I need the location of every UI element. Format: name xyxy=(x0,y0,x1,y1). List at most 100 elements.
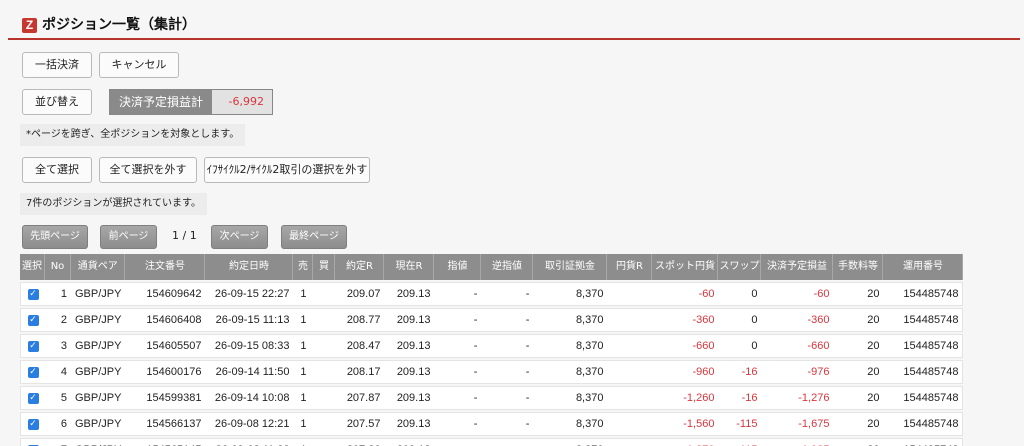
column-header[interactable]: スポット円貨 xyxy=(652,254,719,280)
column-header[interactable]: 通貨ペア xyxy=(71,254,126,280)
row-select-checkbox[interactable]: ✓ xyxy=(27,340,39,352)
select-all-button[interactable]: 全て選択 xyxy=(22,157,92,183)
column-header[interactable]: 円貨R xyxy=(607,254,653,280)
prev-page-button[interactable]: 前ページ xyxy=(100,225,157,249)
row-select-cell[interactable]: ✓ xyxy=(20,412,45,436)
cell-fee: 20 xyxy=(833,282,884,306)
bulk-settle-button[interactable]: 一括決済 xyxy=(22,52,92,78)
cell-op-no: 154485748 xyxy=(883,360,964,384)
cell-datetime: 26-09-15 08:33 xyxy=(205,334,294,358)
cell-fee: 20 xyxy=(833,386,884,410)
cell-buy xyxy=(313,308,336,332)
cell-stop: - xyxy=(481,282,534,306)
column-header[interactable]: 手数料等 xyxy=(833,254,884,280)
cell-sell: 1 xyxy=(293,334,314,358)
row-select-cell[interactable]: ✓ xyxy=(20,282,45,306)
cell-current-rate: 209.13 xyxy=(384,438,435,446)
row-select-checkbox[interactable]: ✓ xyxy=(27,418,39,430)
cell-no: 5 xyxy=(45,386,71,410)
cell-no: 3 xyxy=(45,334,71,358)
cell-buy xyxy=(313,438,336,446)
row-select-cell[interactable]: ✓ xyxy=(20,360,45,384)
row-select-checkbox[interactable]: ✓ xyxy=(27,314,39,326)
cell-yen-rate xyxy=(607,308,653,332)
cell-yen-rate xyxy=(607,360,653,384)
cell-buy xyxy=(313,282,336,306)
cell-exec-rate: 209.07 xyxy=(335,282,385,306)
cell-fee: 20 xyxy=(833,438,884,446)
column-header[interactable]: 運用番号 xyxy=(883,254,964,280)
cell-order: 154566137 xyxy=(125,412,206,436)
row-select-cell[interactable]: ✓ xyxy=(20,386,45,410)
cell-op-no: 154485748 xyxy=(883,282,964,306)
brand-logo-icon: Z xyxy=(22,18,37,33)
column-header[interactable]: 逆指値 xyxy=(481,254,534,280)
row-select-checkbox[interactable]: ✓ xyxy=(27,392,39,404)
deselect-all-button[interactable]: 全て選択を外す xyxy=(99,157,197,183)
cell-limit: - xyxy=(434,438,482,446)
table-row[interactable]: ✓ 6 GBP/JPY 154566137 26-09-08 12:21 1 207.57 2… xyxy=(20,412,964,436)
column-header[interactable]: 約定日時 xyxy=(205,254,294,280)
cell-margin: 8,370 xyxy=(533,438,608,446)
cell-spot: -960 xyxy=(652,360,719,384)
column-header[interactable]: スワップ xyxy=(718,254,762,280)
column-header[interactable]: 売 xyxy=(293,254,314,280)
cell-current-rate: 209.13 xyxy=(384,360,435,384)
cell-limit: - xyxy=(434,282,482,306)
cell-margin: 8,370 xyxy=(533,282,608,306)
cell-order: 154599381 xyxy=(125,386,206,410)
last-page-button[interactable]: 最終ページ xyxy=(281,225,347,249)
cell-pl: -360 xyxy=(761,308,834,332)
table-row[interactable]: ✓ 3 GBP/JPY 154605507 26-09-15 08:33 1 208.47 2… xyxy=(20,334,964,358)
row-select-checkbox[interactable]: ✓ xyxy=(27,288,39,300)
cell-current-rate: 209.13 xyxy=(384,334,435,358)
sort-button[interactable]: 並び替え xyxy=(22,89,92,115)
cell-spot: -660 xyxy=(652,334,719,358)
cell-pl: -1,276 xyxy=(761,386,834,410)
row-select-checkbox[interactable]: ✓ xyxy=(27,366,39,378)
cell-spot: -360 xyxy=(652,308,719,332)
table-row[interactable]: ✓ 1 GBP/JPY 154609642 26-09-15 22:27 1 209.07 2… xyxy=(20,282,964,306)
table-row[interactable]: ✓7GBP/JPY15456514526-09-08 11:221207.262… xyxy=(20,438,964,446)
cell-yen-rate xyxy=(607,386,653,410)
cell-stop: - xyxy=(481,438,534,446)
cell-swap: -16 xyxy=(718,386,762,410)
column-header[interactable]: 現在R xyxy=(384,254,435,280)
cell-yen-rate xyxy=(607,438,653,446)
cell-datetime: 26-09-15 22:27 xyxy=(205,282,294,306)
page-header: Z ポジション一覧（集計） xyxy=(0,0,1024,40)
row-select-cell[interactable]: ✓ xyxy=(20,334,45,358)
column-header[interactable]: 注文番号 xyxy=(125,254,206,280)
table-row[interactable]: ✓ 4 GBP/JPY 154600176 26-09-14 11:50 1 208.17 2… xyxy=(20,360,964,384)
cell-swap: 0 xyxy=(718,308,762,332)
column-header[interactable]: 約定R xyxy=(335,254,385,280)
deselect-cycle-button[interactable]: ｲﾌｻｲｸﾙ2/ｻｲｸﾙ2取引の選択を外す xyxy=(204,157,370,183)
first-page-button[interactable]: 先頭ページ xyxy=(22,225,88,249)
page-indicator: 1 / 1 xyxy=(172,229,197,242)
header-divider xyxy=(8,38,1020,40)
pl-summary: 決済予定損益計 -6,992 xyxy=(109,89,273,115)
row-select-cell[interactable]: ✓ xyxy=(20,308,45,332)
positions-table: 選択 No 通貨ペア 注文番号 約定日時売買約定R 現在R 指値 逆指値 取引証拠金 円貨R スポッ… xyxy=(20,252,964,446)
column-header[interactable]: 買 xyxy=(313,254,336,280)
cell-pair: GBP/JPY xyxy=(71,334,126,358)
selected-count-text: 7件のポジションが選択されています。 xyxy=(20,193,208,215)
cancel-button[interactable]: キャンセル xyxy=(99,52,179,78)
cell-stop: - xyxy=(481,360,534,384)
table-row[interactable]: ✓ 5 GBP/JPY 154599381 26-09-14 10:08 1 207.87 2… xyxy=(20,386,964,410)
column-header[interactable]: No xyxy=(45,254,71,280)
next-page-button[interactable]: 次ページ xyxy=(211,225,268,249)
cell-pair: GBP/JPY xyxy=(71,308,126,332)
cell-limit: - xyxy=(434,308,482,332)
page-title: ポジション一覧（集計） xyxy=(42,17,196,33)
cell-sell: 1 xyxy=(293,360,314,384)
cell-exec-rate: 207.57 xyxy=(335,412,385,436)
column-header[interactable]: 取引証拠金 xyxy=(533,254,608,280)
row-select-cell[interactable]: ✓ xyxy=(20,438,45,446)
column-header[interactable]: 選択 xyxy=(20,254,45,280)
cell-spot: -1,870 xyxy=(652,438,719,446)
column-header[interactable]: 決済予定損益 xyxy=(761,254,834,280)
table-row[interactable]: ✓ 2 GBP/JPY 154606408 26-09-15 11:13 1 208.77 2… xyxy=(20,308,964,332)
cell-yen-rate xyxy=(607,412,653,436)
column-header[interactable]: 指値 xyxy=(434,254,482,280)
